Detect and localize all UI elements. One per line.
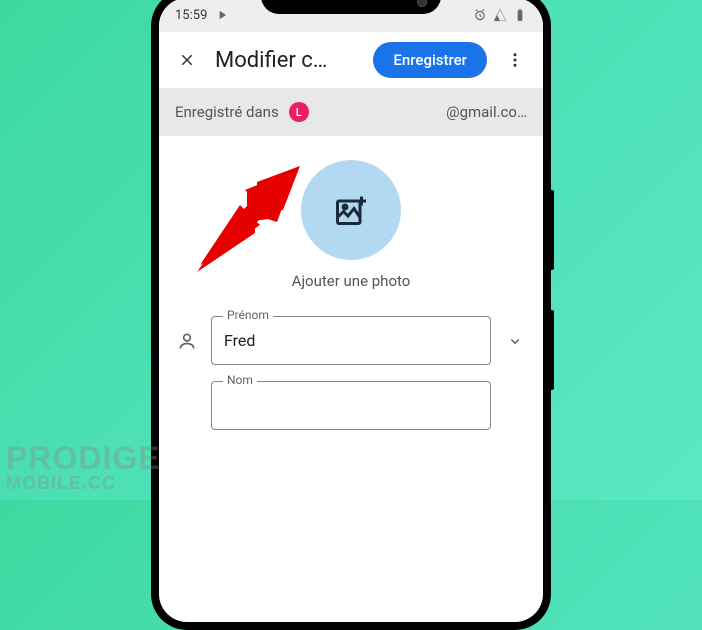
status-time: 15:59 [175,8,207,23]
lastname-row: Nom [159,373,543,438]
more-vertical-icon [506,51,524,69]
watermark-line1: PRODIGE [6,444,161,473]
signal-icon [493,8,507,22]
account-row[interactable]: Enregistré dans L @gmail.co… [159,88,543,136]
chevron-down-icon [506,332,524,350]
battery-icon [513,8,527,22]
app-bar: Modifier c… Enregistrer [159,32,543,88]
photo-section: Ajouter une photo [159,136,543,308]
firstname-row: Prénom [159,308,543,373]
account-avatar: L [289,102,309,122]
phone-notch [261,0,441,14]
watermark: PRODIGE MOBILE.CC [6,444,161,494]
firstname-input[interactable] [211,316,491,365]
close-icon [178,51,196,69]
lastname-input[interactable] [211,381,491,430]
add-photo-button[interactable] [301,160,401,260]
alarm-icon [473,8,487,22]
phone-screen: 15:59 Modifier c… [159,0,543,622]
firstname-label: Prénom [223,308,273,322]
watermark-line2: MOBILE.CC [6,473,161,494]
saved-in-label: Enregistré dans [175,103,279,121]
phone-frame: 15:59 Modifier c… [151,0,551,630]
page-title: Modifier c… [215,48,365,73]
camera-dot [417,0,427,7]
add-photo-caption: Ajouter une photo [292,272,411,290]
add-image-icon [333,192,369,228]
more-options-button[interactable] [495,40,535,80]
person-icon [175,331,199,351]
expand-name-button[interactable] [503,329,527,353]
play-store-icon [215,8,229,22]
close-button[interactable] [167,40,207,80]
lastname-label: Nom [223,373,257,387]
account-email: @gmail.co… [446,103,527,121]
save-button[interactable]: Enregistrer [373,42,487,78]
